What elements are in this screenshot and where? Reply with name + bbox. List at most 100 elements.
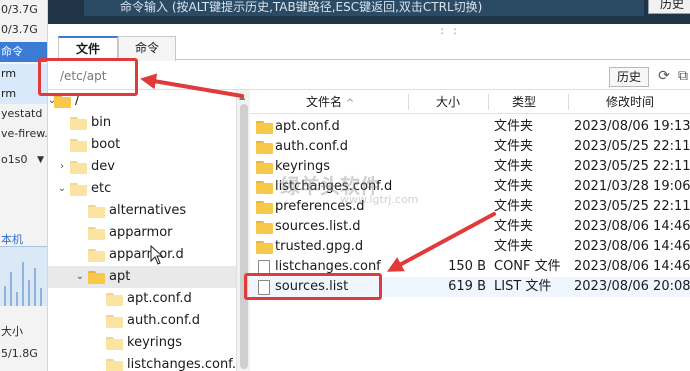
- network-interface-value: o1s0: [1, 153, 28, 166]
- tree-item[interactable]: bin: [48, 112, 236, 134]
- folder-icon: [256, 181, 273, 194]
- file-type: LIST 文件: [494, 279, 552, 294]
- network-traffic-chart: [0, 246, 47, 306]
- tree-item[interactable]: keyrings: [48, 332, 236, 354]
- folder-icon: [106, 337, 123, 350]
- collapse-icon[interactable]: ⌄: [74, 266, 86, 288]
- sort-asc-icon: ^: [345, 98, 355, 109]
- folder-icon: [88, 271, 105, 284]
- folder-icon: [256, 201, 273, 214]
- folder-icon: [88, 227, 105, 240]
- folder-icon: [106, 315, 123, 328]
- file-size: [440, 197, 486, 217]
- folder-icon: [70, 183, 87, 196]
- refresh-icon[interactable]: ⟳: [655, 67, 673, 85]
- command-history-button[interactable]: 历史: [648, 0, 690, 14]
- file-row[interactable]: auth.conf.d 文件夹 2023/05/25 22:11: [250, 137, 690, 157]
- folder-icon: [256, 141, 273, 154]
- tree-item[interactable]: listchanges.conf.d: [48, 354, 236, 371]
- path-input[interactable]: /etc/apt: [58, 66, 606, 86]
- left-side-panel: 0/3.7G 0/3.7G 命令 rm rm yestatd ve-firew.…: [0, 0, 48, 371]
- disk-size-header: 大小: [1, 325, 23, 338]
- file-row[interactable]: sources.list.d 文件夹 2023/08/06 14:46: [250, 217, 690, 237]
- tree-item-label: listchanges.conf.d: [127, 357, 236, 371]
- expand-icon[interactable]: ›: [56, 156, 68, 178]
- file-size: 619 B: [448, 279, 486, 294]
- tree-item[interactable]: apt.conf.d: [48, 288, 236, 310]
- file-type: 文件夹: [494, 119, 534, 134]
- file-row[interactable]: trusted.gpg.d 文件夹 2023/08/06 14:46: [250, 237, 690, 257]
- file-modified: 2021/03/28 19:06: [574, 179, 690, 194]
- tree-item[interactable]: alternatives: [48, 200, 236, 222]
- command-bar: 命令输入 (按ALT键提示历史,TAB键路径,ESC键返回,双击CTRL切换) …: [48, 0, 690, 24]
- scroll-up-icon[interactable]: ▲: [239, 92, 245, 101]
- tree-item-label: apparmor.d: [109, 247, 184, 262]
- mouse-cursor-icon: [150, 245, 164, 265]
- file-size: [440, 157, 486, 177]
- tree-item[interactable]: apparmor: [48, 222, 236, 244]
- file-modified: 2023/05/25 22:11: [574, 199, 690, 214]
- directory-tree: ⌄ / bin boot › dev ⌄ etc alternatives ap…: [48, 90, 236, 371]
- file-row[interactable]: apt.conf.d 文件夹 2023/08/06 19:13: [250, 117, 690, 137]
- folder-icon: [256, 161, 273, 174]
- scrollbar-thumb[interactable]: [240, 104, 248, 369]
- tree-item-label: auth.conf.d: [127, 313, 201, 328]
- file-modified: 2023/08/06 14:46: [574, 259, 690, 274]
- path-history-button[interactable]: 历史: [609, 67, 649, 87]
- watermark-url: www.lgtrj.com: [340, 193, 419, 206]
- folder-icon: [256, 121, 273, 134]
- command-input[interactable]: 命令输入 (按ALT键提示历史,TAB键路径,ESC键返回,双击CTRL切换): [84, 0, 644, 16]
- file-type: 文件夹: [494, 159, 534, 174]
- file-type: 文件夹: [494, 239, 534, 254]
- file-type: 文件夹: [494, 139, 534, 154]
- folder-icon: [88, 249, 105, 262]
- tree-item-label: apparmor: [109, 225, 173, 240]
- memory-usage-text: 0/3.7G: [1, 3, 38, 16]
- file-modified: 2023/08/06 14:46: [574, 239, 690, 254]
- split-view-icon[interactable]: ⧉: [674, 67, 690, 85]
- file-modified: 2023/08/06 19:13: [574, 119, 690, 134]
- file-row[interactable]: preferences.d 文件夹 2023/05/25 22:11: [250, 197, 690, 217]
- tab-bar: 文件 命令: [48, 36, 690, 61]
- file-modified: 2023/08/06 20:08: [574, 279, 690, 294]
- tree-item[interactable]: ⌄ etc: [48, 178, 236, 200]
- file-size: 150 B: [448, 259, 486, 274]
- tree-item-selected[interactable]: ⌄ apt: [48, 266, 236, 288]
- folder-icon: [106, 359, 123, 371]
- file-type: CONF 文件: [494, 259, 561, 274]
- folder-icon: [70, 139, 87, 152]
- column-header-size[interactable]: 大小: [436, 90, 460, 114]
- file-size: [440, 177, 486, 197]
- column-header-modified[interactable]: 修改时间: [606, 90, 654, 114]
- tree-item[interactable]: › dev: [48, 156, 236, 178]
- folder-icon: [54, 95, 71, 108]
- tree-scrollbar[interactable]: ▲: [236, 90, 250, 371]
- tree-item[interactable]: apparmor.d: [48, 244, 236, 266]
- folder-icon: [106, 293, 123, 306]
- process-row[interactable]: yestatd: [0, 104, 47, 124]
- disk-usage-text: 5/1.8G: [1, 347, 38, 360]
- file-modified: 2023/08/06 14:46: [574, 219, 690, 234]
- tree-item-label: apt.conf.d: [127, 291, 192, 306]
- network-interface-select[interactable]: o1s0 ▼: [0, 150, 47, 170]
- column-header-name[interactable]: 文件名 ^: [306, 90, 354, 114]
- tree-item-label: alternatives: [109, 203, 187, 218]
- tree-item[interactable]: boot: [48, 134, 236, 156]
- tree-item-label: etc: [91, 181, 112, 196]
- folder-icon: [256, 221, 273, 234]
- tree-item-label: apt: [109, 269, 131, 284]
- collapse-icon[interactable]: ⌄: [56, 178, 68, 200]
- column-header-type[interactable]: 类型: [512, 90, 536, 114]
- folder-icon: [88, 205, 105, 218]
- tree-item-label: keyrings: [127, 335, 182, 350]
- file-list-header: 文件名 ^ 大小 类型 修改时间: [250, 90, 690, 114]
- process-row[interactable]: ve-firew.: [0, 124, 47, 144]
- file-type: 文件夹: [494, 219, 534, 234]
- tree-item-label: dev: [91, 159, 115, 174]
- file-type: 文件夹: [494, 179, 534, 194]
- file-size: [440, 117, 486, 137]
- annotation-box-path: [38, 58, 138, 96]
- file-size: [440, 137, 486, 157]
- file-size: [440, 237, 486, 257]
- tree-item[interactable]: auth.conf.d: [48, 310, 236, 332]
